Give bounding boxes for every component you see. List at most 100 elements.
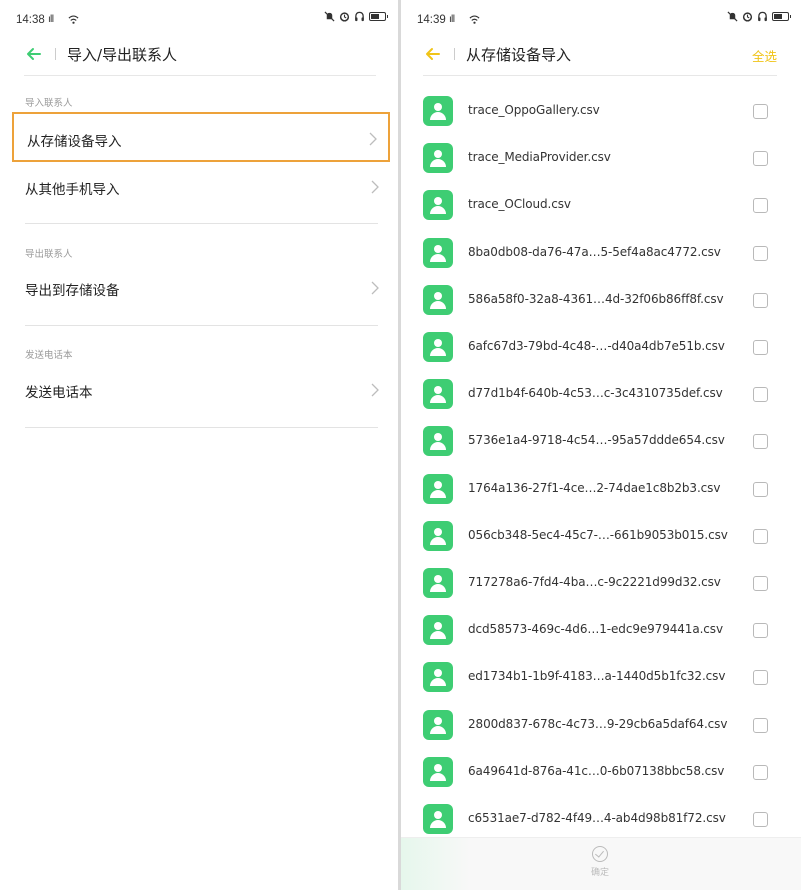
file-checkbox[interactable] — [753, 481, 768, 497]
file-name: 8ba0db08-da76-47a…5-5ef4a8ac4772.csv — [468, 244, 721, 259]
contact-file-icon — [423, 426, 453, 457]
chevron-right-icon — [371, 281, 379, 295]
menu-item-label: 导出到存储设备 — [25, 283, 120, 299]
alarm-icon — [742, 12, 753, 22]
section-divider — [25, 427, 378, 428]
file-list-item[interactable]: c6531ae7-d782-4f49…4-ab4d98b81f72.csv — [401, 795, 801, 842]
section-divider — [25, 223, 378, 224]
file-checkbox[interactable] — [753, 670, 768, 686]
contact-file-icon — [423, 520, 453, 551]
page-title: 从存储设备导入 — [466, 46, 572, 64]
file-name: trace_MediaProvider.csv — [468, 150, 611, 165]
section-divider — [25, 325, 378, 326]
menu-item-import-from-storage[interactable]: 从存储设备导入 — [12, 112, 390, 162]
file-checkbox[interactable] — [753, 764, 768, 780]
file-name: 6a49641d-876a-41c…0-6b07138bbc58.csv — [468, 763, 725, 778]
contact-file-icon — [423, 332, 453, 362]
file-checkbox[interactable] — [753, 387, 768, 403]
confirm-check-icon — [592, 846, 608, 862]
file-checkbox[interactable] — [753, 151, 768, 167]
signal-icon: ıll — [48, 14, 54, 25]
file-name: 586a58f0-32a8-4361…4d-32f06b86ff8f.csv — [468, 291, 724, 306]
back-arrow-icon[interactable] — [423, 44, 443, 64]
file-name: 1764a136-27f1-4ce…2-74dae1c8b2b3.csv — [468, 480, 721, 495]
file-list-item[interactable]: 6a49641d-876a-41c…0-6b07138bbc58.csv — [401, 748, 801, 795]
wifi-icon — [469, 15, 480, 24]
file-checkbox[interactable] — [753, 812, 768, 827]
file-checkbox[interactable] — [753, 198, 768, 214]
chevron-right-icon — [371, 383, 379, 397]
file-checkbox[interactable] — [753, 292, 768, 308]
file-name: trace_OppoGallery.csv — [468, 103, 600, 117]
file-name: 056cb348-5ec4-45c7-…-661b9053b015.csv — [468, 527, 728, 542]
file-list-item[interactable]: trace_OppoGallery.csv — [401, 87, 801, 134]
file-checkbox[interactable] — [753, 623, 768, 639]
status-bar: 14:38 ıll — [0, 0, 398, 40]
menu-item-export-to-storage[interactable]: 导出到存储设备 — [12, 263, 390, 313]
menu-item-import-from-phone[interactable]: 从其他手机导入 — [12, 162, 390, 212]
headset-icon — [355, 11, 364, 22]
title-separator — [55, 48, 56, 60]
confirm-button[interactable]: 确定 — [587, 846, 613, 878]
file-checkbox[interactable] — [753, 528, 768, 544]
title-bar: 导入/导出联系人 — [0, 40, 398, 76]
contact-file-icon — [423, 756, 453, 787]
battery-icon — [369, 12, 388, 21]
file-checkbox[interactable] — [753, 717, 768, 733]
contact-file-icon — [423, 143, 453, 174]
wifi-icon — [68, 15, 79, 24]
file-list-item[interactable]: 5736e1a4-9718-4c54…-95a57ddde654.csv — [401, 417, 801, 464]
signal-icon: ıll — [449, 14, 455, 25]
section-label-import: 导入联系人 — [25, 98, 73, 109]
menu-item-send-phonebook[interactable]: 发送电话本 — [12, 365, 390, 415]
chevron-right-icon — [369, 132, 377, 146]
section-label-send: 发送电话本 — [25, 350, 73, 361]
title-divider — [423, 75, 777, 76]
file-name: dcd58573-469c-4d6…1-edc9e979441a.csv — [468, 622, 723, 637]
menu-item-label: 从存储设备导入 — [27, 134, 122, 150]
file-list-item[interactable]: 2800d837-678c-4c73…9-29cb6a5daf64.csv — [401, 701, 801, 748]
battery-icon — [772, 12, 791, 21]
contact-file-icon — [423, 379, 453, 410]
file-list-item[interactable]: 717278a6-7fd4-4ba…c-9c2221d99d32.csv — [401, 559, 801, 606]
select-all-button[interactable]: 全选 — [752, 46, 777, 65]
status-time: 14:38 — [16, 14, 45, 26]
file-list-item[interactable]: trace_OCloud.csv — [401, 181, 801, 228]
title-divider — [24, 75, 376, 76]
file-list-item[interactable]: 8ba0db08-da76-47a…5-5ef4a8ac4772.csv — [401, 229, 801, 276]
alarm-icon — [339, 12, 350, 22]
file-list-item[interactable]: 586a58f0-32a8-4361…4d-32f06b86ff8f.csv — [401, 276, 801, 323]
file-checkbox[interactable] — [753, 104, 768, 119]
file-list-item[interactable]: ed1734b1-1b9f-4183…a-1440d5b1fc32.csv — [401, 653, 801, 700]
file-checkbox[interactable] — [753, 576, 768, 591]
file-list-item[interactable]: dcd58573-469c-4d6…1-edc9e979441a.csv — [401, 606, 801, 653]
title-separator — [454, 48, 455, 60]
file-name: ed1734b1-1b9f-4183…a-1440d5b1fc32.csv — [468, 669, 726, 684]
back-arrow-icon[interactable] — [24, 44, 44, 64]
file-list-item[interactable]: trace_MediaProvider.csv — [401, 134, 801, 181]
title-bar: 从存储设备导入 全选 — [401, 40, 801, 76]
confirm-label: 确定 — [590, 868, 609, 878]
menu-item-label: 从其他手机导入 — [25, 182, 120, 198]
file-list-item[interactable]: 056cb348-5ec4-45c7-…-661b9053b015.csv — [401, 512, 801, 559]
contact-file-icon — [423, 237, 453, 268]
file-list-item[interactable]: 6afc67d3-79bd-4c48-…-d40a4db7e51b.csv — [401, 323, 801, 370]
section-label-export: 导出联系人 — [25, 249, 73, 260]
file-checkbox[interactable] — [753, 340, 768, 355]
page-title: 导入/导出联系人 — [67, 46, 178, 64]
file-list-item[interactable]: 1764a136-27f1-4ce…2-74dae1c8b2b3.csv — [401, 465, 801, 512]
mute-icon — [727, 11, 738, 22]
menu-item-label: 发送电话本 — [25, 385, 93, 401]
contact-file-icon — [423, 190, 453, 221]
bottom-bar-accent — [401, 838, 471, 890]
contact-file-icon — [423, 804, 453, 834]
file-checkbox[interactable] — [753, 245, 768, 261]
file-name: d77d1b4f-640b-4c53…c-3c4310735def.csv — [468, 386, 723, 401]
contact-file-icon — [423, 473, 453, 504]
file-name: c6531ae7-d782-4f49…4-ab4d98b81f72.csv — [468, 811, 726, 825]
right-screen: 14:39 ıll 从存储设备导入 全选 trace_OppoGallery.c… — [401, 0, 801, 890]
file-name: 5736e1a4-9718-4c54…-95a57ddde654.csv — [468, 433, 725, 448]
file-checkbox[interactable] — [753, 434, 768, 450]
file-list-item[interactable]: d77d1b4f-640b-4c53…c-3c4310735def.csv — [401, 370, 801, 417]
contact-file-icon — [423, 662, 453, 693]
